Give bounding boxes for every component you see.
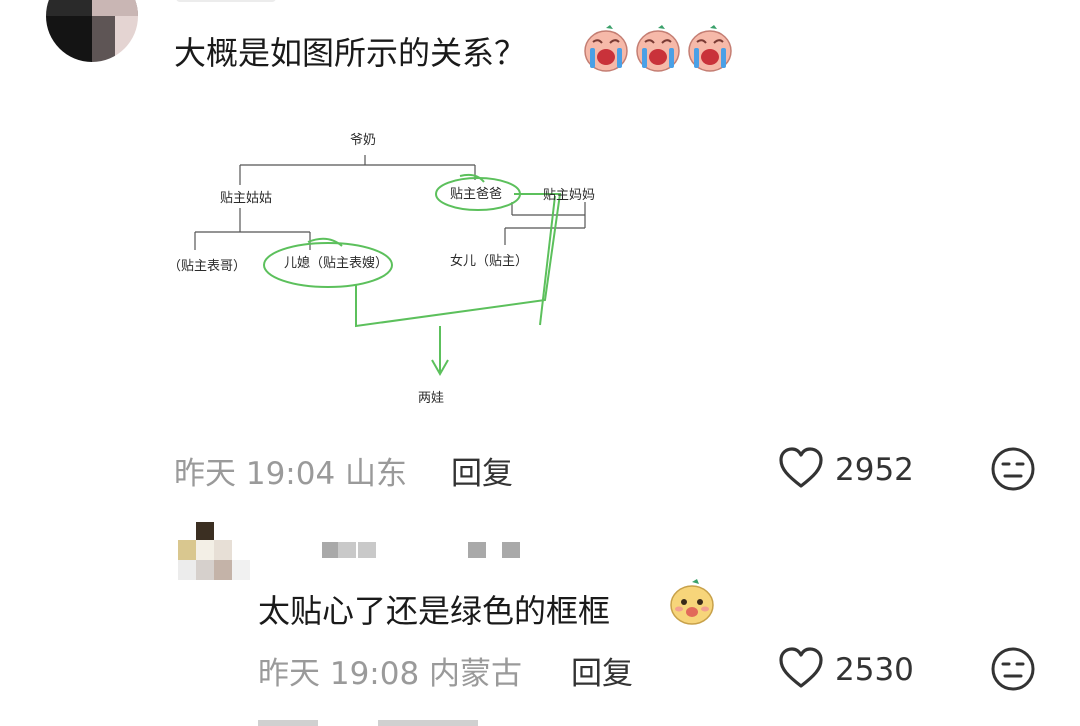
reply-button[interactable]: 回复 — [451, 448, 513, 493]
reply-button[interactable]: 回复 — [571, 648, 633, 693]
diagram-node: 贴主妈妈 — [543, 188, 595, 203]
diagram-node: 两娃 — [418, 391, 444, 406]
avatar[interactable] — [46, 0, 138, 62]
smiling-face-icon — [670, 579, 714, 625]
comment-text: 太贴心了还是绿色的框框 — [258, 592, 611, 630]
avatar[interactable] — [178, 522, 250, 580]
diagram-node: 儿媳（贴主表嫂） — [284, 255, 388, 271]
like-button[interactable] — [778, 646, 824, 694]
comment-time-location: 昨天 19:08 内蒙古 — [258, 656, 523, 692]
like-count: 2530 — [835, 652, 914, 688]
username-blurred[interactable] — [320, 542, 530, 560]
emoji-row — [668, 578, 716, 630]
next-comment-cutoff — [258, 716, 518, 726]
emoji-row — [584, 24, 734, 78]
dislike-button[interactable] — [990, 446, 1036, 496]
diagram-node: 爷奶 — [350, 133, 376, 148]
heart-icon — [779, 447, 823, 488]
comment-time-location: 昨天 19:04 山东 — [174, 456, 408, 492]
dislike-button[interactable] — [990, 646, 1036, 696]
heart-icon — [779, 647, 823, 688]
neutral-face-icon — [991, 647, 1035, 691]
family-tree-diagram[interactable]: 爷奶 贴主姑姑 贴主爸爸 贴主妈妈 （贴主表哥） 儿媳（贴主表嫂） 女儿（贴主）… — [160, 110, 620, 415]
like-button[interactable] — [778, 446, 824, 494]
username-blurred[interactable] — [176, 0, 276, 2]
diagram-node: （贴主表哥） — [168, 259, 246, 274]
neutral-face-icon — [991, 447, 1035, 491]
diagram-node: 贴主姑姑 — [220, 191, 272, 206]
like-count: 2952 — [835, 452, 914, 488]
diagram-node: 女儿（贴主） — [450, 253, 528, 269]
comment-text: 大概是如图所示的关系？ — [174, 34, 527, 72]
crying-face-icon — [584, 24, 732, 72]
diagram-node: 贴主爸爸 — [450, 187, 502, 202]
